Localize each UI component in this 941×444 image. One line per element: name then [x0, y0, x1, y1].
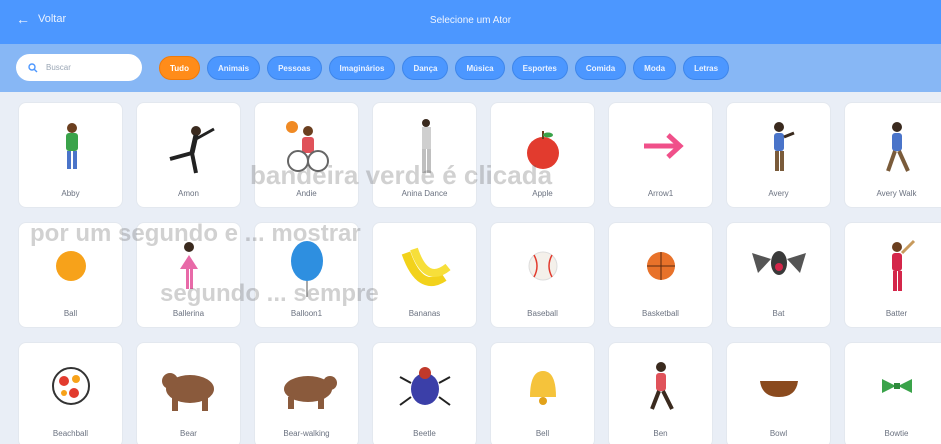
sprite-name: Andie: [296, 189, 317, 198]
filter-chip[interactable]: Música: [455, 56, 505, 80]
filter-chip[interactable]: Letras: [683, 56, 730, 80]
search-icon: [28, 62, 38, 72]
sprite-tile[interactable]: Bat: [726, 222, 831, 328]
sprite-name: Bananas: [408, 309, 441, 318]
sprite-name: Arrow1: [647, 189, 674, 198]
avery-icon: [744, 111, 814, 181]
ballerina-icon: [154, 231, 224, 301]
sprite-tile[interactable]: Apple: [490, 102, 595, 208]
bell-icon: [508, 351, 578, 421]
filter-chip[interactable]: Animais: [206, 56, 261, 80]
filter-chip[interactable]: Pessoas: [267, 56, 322, 80]
sprite-tile[interactable]: Andie: [254, 102, 359, 208]
sprite-tile[interactable]: Bananas: [372, 222, 477, 328]
sprite-name: Basketball: [642, 309, 679, 318]
sprite-tile[interactable]: Basketball: [608, 222, 713, 328]
ben-icon: [626, 351, 696, 421]
sprite-name: Anina Dance: [401, 189, 448, 198]
filter-chip[interactable]: Comida: [574, 56, 627, 80]
sprite-tile[interactable]: Bowl: [726, 342, 831, 444]
ball-icon: [36, 231, 106, 301]
sprite-tile[interactable]: Balloon1: [254, 222, 359, 328]
sprite-name: Abby: [61, 189, 80, 198]
abby-icon: [36, 111, 106, 181]
sprite-tile[interactable]: Avery Walk: [844, 102, 941, 208]
andie-icon: [272, 111, 342, 181]
sprite-tile[interactable]: Batter: [844, 222, 941, 328]
sprite-name: Baseball: [527, 309, 558, 318]
sprite-name: Bat: [772, 309, 785, 318]
sprite-name: Beachball: [52, 429, 89, 438]
sprite-tile[interactable]: Abby: [18, 102, 123, 208]
filter-chip[interactable]: Dança: [402, 56, 449, 80]
beetle-icon: [390, 351, 460, 421]
balloon-icon: [272, 231, 342, 301]
search-input[interactable]: [46, 63, 136, 72]
sprite-name: Ballerina: [172, 309, 205, 318]
sprite-name: Bowtie: [884, 429, 909, 438]
sprite-name: Ball: [63, 309, 78, 318]
filter-chip[interactable]: Esportes: [511, 56, 568, 80]
sprite-tile[interactable]: Anina Dance: [372, 102, 477, 208]
amon-icon: [154, 111, 224, 181]
header-bar: ← Voltar Selecione um Ator: [0, 0, 941, 44]
sprite-name: Avery Walk: [876, 189, 917, 198]
sprite-name: Avery: [768, 189, 789, 198]
bear-walking-icon: [272, 351, 342, 421]
sprite-tile[interactable]: Baseball: [490, 222, 595, 328]
sprite-name: Bowl: [769, 429, 788, 438]
category-filters: Tudo Animais Pessoas Imaginários Dança Música…: [159, 56, 730, 80]
search-box[interactable]: [16, 54, 142, 81]
sprite-name: Apple: [532, 189, 553, 198]
sprite-tile[interactable]: Bear-walking: [254, 342, 359, 444]
baseball-icon: [508, 231, 578, 301]
bananas-icon: [390, 231, 460, 301]
sprite-name: Bear: [180, 429, 197, 438]
sprite-tile[interactable]: Arrow1: [608, 102, 713, 208]
filter-chip[interactable]: Moda: [633, 56, 677, 80]
filter-chip[interactable]: Imaginários: [328, 56, 396, 80]
filter-bar: TudoAnimaisPessoasImagináriosDançaMúsica…: [0, 44, 941, 92]
arrow-icon: [626, 111, 696, 181]
avery-walk-icon: [862, 111, 932, 181]
sprite-tile[interactable]: Beetle: [372, 342, 477, 444]
bowtie-icon: [862, 351, 932, 421]
sprite-name: Beetle: [413, 429, 436, 438]
sprite-name: Bell: [535, 429, 550, 438]
page-title: Selecione um Ator: [429, 15, 512, 26]
sprite-tile[interactable]: Ben: [608, 342, 713, 444]
sprite-tile[interactable]: Avery: [726, 102, 831, 208]
sprite-tile[interactable]: Amon: [136, 102, 241, 208]
sprite-tile[interactable]: Bowtie: [844, 342, 941, 444]
bear-icon: [154, 351, 224, 421]
basketball-icon: [626, 231, 696, 301]
sprite-name: Balloon1: [290, 309, 323, 318]
sprite-tile[interactable]: Ball: [18, 222, 123, 328]
beachball-icon: [36, 351, 106, 421]
filter-chip[interactable]: Tudo: [159, 56, 200, 80]
batter-icon: [862, 231, 932, 301]
apple-icon: [508, 111, 578, 181]
sprite-name: Ben: [653, 429, 668, 438]
sprite-tile[interactable]: Beachball: [18, 342, 123, 444]
sprite-tile[interactable]: Ballerina: [136, 222, 241, 328]
sprite-grid: Abby Amon Andie Anina Dance Apple Arrow1 Avery…: [18, 102, 941, 444]
sprite-name: Bear-walking: [283, 429, 330, 438]
sprite-tile[interactable]: Bear: [136, 342, 241, 444]
bat-icon: [744, 231, 814, 301]
anina-dance-icon: [390, 111, 460, 181]
sprite-name: Batter: [885, 309, 908, 318]
sprite-tile[interactable]: Bell: [490, 342, 595, 444]
bowl-icon: [744, 351, 814, 421]
sprite-name: Amon: [178, 189, 199, 198]
